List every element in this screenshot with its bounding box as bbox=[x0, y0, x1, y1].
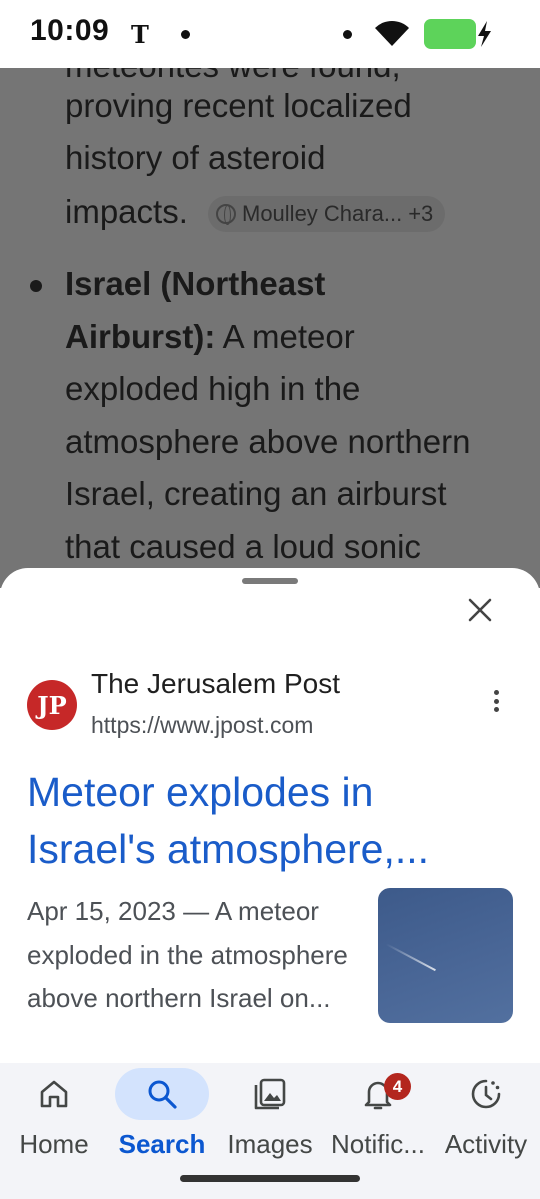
article-line: Israel (Northeast bbox=[65, 264, 325, 304]
more-vert-icon bbox=[493, 707, 499, 712]
article-line: meteorites were found, bbox=[65, 68, 401, 86]
gesture-home-indicator[interactable] bbox=[180, 1175, 360, 1182]
drag-handle[interactable] bbox=[242, 578, 298, 584]
nav-item-notifications[interactable]: 4 Notific... bbox=[324, 1063, 432, 1173]
result-snippet: Apr 15, 2023 — A meteor exploded in the … bbox=[27, 896, 348, 1013]
nav-item-search[interactable]: Search bbox=[108, 1063, 216, 1173]
nav-icon-container bbox=[115, 1068, 209, 1120]
nav-label: Home bbox=[19, 1129, 89, 1159]
article-line: that caused a loud sonic bbox=[65, 528, 421, 565]
search-icon bbox=[148, 1080, 177, 1109]
site-name[interactable]: The Jerusalem Post bbox=[91, 668, 340, 700]
notification-badge: 4 bbox=[384, 1073, 411, 1100]
status-dot-icon bbox=[343, 30, 352, 39]
battery-charging-icon bbox=[424, 19, 491, 49]
meteor-streak bbox=[385, 943, 436, 972]
close-button[interactable] bbox=[460, 590, 500, 630]
home-icon bbox=[40, 1080, 68, 1108]
article-line: exploded high in the bbox=[65, 370, 361, 407]
nav-item-home[interactable]: Home bbox=[0, 1063, 108, 1173]
close-icon bbox=[468, 598, 492, 622]
status-bar: 10:09 T bbox=[0, 0, 540, 68]
result-thumbnail[interactable] bbox=[378, 888, 513, 1023]
site-logo[interactable]: JP bbox=[27, 680, 77, 730]
bullet-text: A meteor bbox=[215, 318, 355, 355]
nav-item-activity[interactable]: Activity bbox=[432, 1063, 540, 1173]
result-title-link[interactable]: Meteor explodes in Israel's atmosphere,.… bbox=[27, 764, 507, 878]
status-time: 10:09 bbox=[30, 14, 110, 47]
notification-dot-icon bbox=[181, 30, 190, 39]
nav-icon-container bbox=[7, 1068, 101, 1120]
source-bottom-sheet: JP The Jerusalem Post https://www.jpost.… bbox=[0, 568, 540, 1068]
images-icon bbox=[254, 1078, 286, 1110]
more-options-button[interactable] bbox=[484, 686, 508, 716]
article-line: Airburst): A meteor bbox=[65, 317, 355, 357]
carrier-icon: T bbox=[131, 20, 149, 49]
site-url[interactable]: https://www.jpost.com bbox=[91, 712, 313, 739]
article-background: meteorites were found, proving recent lo… bbox=[0, 68, 540, 588]
article-line: atmosphere above northern bbox=[65, 423, 471, 460]
activity-icon bbox=[471, 1079, 501, 1109]
bullet-heading: Israel (Northeast bbox=[65, 265, 326, 302]
nav-label: Images bbox=[227, 1129, 313, 1159]
article-line: impacts. bbox=[65, 193, 188, 230]
more-vert-icon bbox=[493, 698, 499, 704]
source-chip-label: Moulley Chara... bbox=[242, 201, 403, 226]
source-chip-more: +3 bbox=[408, 201, 434, 226]
nav-item-images[interactable]: Images bbox=[216, 1063, 324, 1173]
nav-icon-container bbox=[331, 1068, 425, 1120]
nav-icon-container bbox=[223, 1068, 317, 1120]
more-vert-icon bbox=[493, 690, 499, 695]
bottom-navigation: Home Search Images 4 Notific... Activity bbox=[0, 1063, 540, 1199]
bullet-heading: Airburst): bbox=[65, 318, 216, 355]
article-line: proving recent localized bbox=[65, 87, 412, 124]
source-chip[interactable]: Moulley Chara... +3 bbox=[208, 196, 446, 232]
article-line: Israel, creating an airburst bbox=[65, 475, 447, 512]
wifi-icon bbox=[375, 20, 409, 46]
nav-label: Notific... bbox=[331, 1129, 425, 1159]
bullet-icon bbox=[30, 280, 42, 292]
nav-icon-container bbox=[439, 1068, 533, 1120]
nav-label: Activity bbox=[444, 1129, 528, 1159]
globe-icon bbox=[216, 204, 236, 225]
nav-label: Search bbox=[118, 1129, 206, 1159]
article-line: history of asteroid bbox=[65, 139, 326, 176]
